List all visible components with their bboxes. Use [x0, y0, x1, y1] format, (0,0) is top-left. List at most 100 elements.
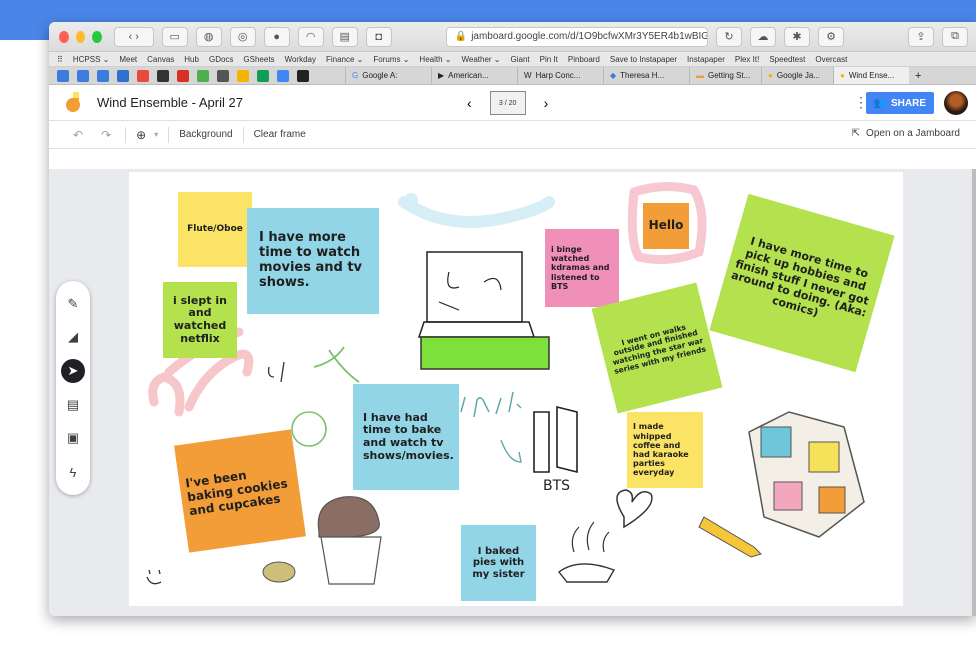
redo-icon[interactable]: ↷ — [101, 128, 111, 142]
pinned-tab-icon[interactable] — [157, 69, 169, 82]
browser-tab[interactable]: ▬ Getting St... — [689, 67, 761, 84]
undo-icon[interactable]: ↶ — [73, 128, 83, 142]
previous-frame-icon[interactable]: ‹ — [467, 95, 472, 111]
pinned-tab-icon[interactable] — [217, 69, 229, 82]
extension-icon[interactable]: ◍ — [195, 26, 222, 47]
settings-icon[interactable]: ⚙ — [818, 26, 844, 47]
bookmark-item[interactable]: GDocs — [209, 55, 233, 64]
browser-tab[interactable]: ▶ American... — [431, 67, 517, 84]
open-external-icon: ⇱ — [851, 128, 861, 139]
back-forward-buttons[interactable]: ‹ › — [113, 26, 154, 47]
background-button[interactable]: Background — [179, 129, 232, 140]
craft-square — [760, 426, 792, 458]
new-tab-button[interactable]: + — [915, 70, 921, 82]
bookmark-item[interactable]: Workday — [285, 55, 316, 64]
apps-grid-icon[interactable]: ⠿ — [57, 55, 63, 64]
pinned-tab-icon[interactable] — [177, 69, 189, 82]
pinned-tab-icon[interactable] — [277, 69, 289, 82]
avatar[interactable] — [944, 91, 968, 115]
cloud-icon[interactable]: ☁ — [750, 26, 776, 47]
zoom-window-button[interactable] — [92, 30, 102, 43]
bookmark-item[interactable]: Giant — [511, 55, 530, 64]
jamboard-logo-icon — [65, 91, 81, 114]
bookmark-item[interactable]: Pinboard — [568, 55, 600, 64]
reload-icon[interactable]: ↻ — [716, 26, 742, 47]
document-title[interactable]: Wind Ensemble - April 27 — [97, 95, 243, 110]
sticky-note-movies[interactable]: I have more time to watch movies and tv … — [247, 208, 379, 314]
sticky-note-kdramas[interactable]: i binge watched kdramas and listened to … — [545, 229, 619, 307]
sticky-note-slept[interactable]: i slept in and watched netflix — [163, 282, 237, 358]
pinned-tab-icon[interactable] — [97, 69, 109, 82]
jamboard-frame[interactable]: BTS Flute/Oboe I have more time to watch… — [129, 172, 903, 606]
extension-icon[interactable]: ▤ — [331, 26, 358, 47]
close-window-button[interactable] — [59, 30, 69, 43]
laser-icon[interactable]: ϟ — [61, 460, 85, 484]
pinned-tab-icon[interactable] — [77, 69, 89, 82]
address-bar[interactable]: 🔒 jamboard.google.com/d/1O9bcfwXMr3Y5ER4… — [445, 26, 708, 47]
note-text: i slept in and watched netflix — [173, 293, 227, 345]
note-text: Hello — [648, 218, 684, 233]
share-icon[interactable]: ⇪ — [908, 26, 934, 47]
sticky-note-coffee[interactable]: I made whipped coffee and had karaoke pa… — [627, 412, 703, 488]
eraser-icon[interactable]: ◢ — [61, 325, 85, 349]
browser-tab-active[interactable]: ● Wind Ense... — [833, 67, 909, 84]
browser-tab[interactable]: ◆ Theresa H... — [603, 67, 689, 84]
pinned-tab-icon[interactable] — [257, 69, 269, 82]
note-text: I have more time to watch movies and tv … — [259, 230, 363, 290]
browser-tab[interactable]: G Google A: — [345, 67, 431, 84]
next-frame-icon[interactable]: › — [544, 95, 549, 111]
pinned-tab-icon[interactable] — [237, 69, 249, 82]
zoom-icon[interactable]: ⊕ — [136, 128, 146, 142]
extension-icon[interactable]: ✱ — [784, 26, 810, 47]
bookmark-item[interactable]: Overcast — [815, 55, 847, 64]
pinned-tab-icon[interactable] — [297, 69, 309, 82]
pinned-tab-icon[interactable] — [117, 69, 129, 82]
url-text: jamboard.google.com/d/1O9bcfwXMr3Y5ER4b1… — [471, 31, 708, 42]
chevron-down-icon[interactable]: ▾ — [154, 130, 158, 139]
image-icon[interactable]: ▣ — [61, 426, 85, 450]
bookmark-item[interactable]: Canvas — [147, 55, 174, 64]
frame-thumbnail[interactable]: 3 / 20 — [489, 91, 526, 115]
open-on-jamboard-button[interactable]: ⇱ Open on a Jamboard — [852, 128, 960, 139]
bookmark-item[interactable]: Forums ⌄ — [373, 55, 409, 64]
bookmark-item[interactable]: Health ⌄ — [419, 55, 451, 64]
browser-tab[interactable]: W Harp Conc... — [517, 67, 603, 84]
bookmark-item[interactable]: Plex It! — [735, 55, 759, 64]
tab-label: Theresa H... — [620, 71, 665, 80]
minimize-window-button[interactable] — [75, 30, 86, 43]
sticky-note-pies[interactable]: I baked pies with my sister — [461, 525, 536, 601]
bookmark-item[interactable]: Instapaper — [687, 55, 725, 64]
bookmark-item[interactable]: Pin It — [540, 55, 558, 64]
green-circle-doodle — [291, 411, 327, 447]
sticky-note-icon[interactable]: ▤ — [61, 393, 85, 417]
sticky-note-cookies[interactable]: I've been baking cookies and cupcakes — [174, 429, 306, 553]
share-button[interactable]: 👥 SHARE — [865, 92, 934, 114]
rss-icon[interactable]: ◠ — [297, 26, 324, 47]
craft-square — [773, 481, 803, 511]
steam-drawing — [571, 521, 610, 553]
bookmark-item[interactable]: GSheets — [243, 55, 274, 64]
shield-icon[interactable]: ◘ — [365, 26, 392, 47]
browser-tab[interactable]: ● Google Ja... — [761, 67, 833, 84]
extension-icon[interactable]: ● — [263, 26, 290, 47]
vertical-scrollbar[interactable] — [972, 169, 976, 616]
sticky-note-flute[interactable]: Flute/Oboe — [178, 192, 252, 267]
bookmark-item[interactable]: Finance ⌄ — [326, 55, 363, 64]
sticky-note-bake[interactable]: I have had time to bake and watch tv sho… — [353, 384, 459, 490]
bookmark-item[interactable]: Speedtest — [769, 55, 805, 64]
tabs-overview-icon[interactable]: ⧉ — [942, 26, 968, 47]
sticky-note-hello[interactable]: Hello — [643, 203, 689, 249]
clear-frame-button[interactable]: Clear frame — [254, 129, 306, 140]
bookmark-item[interactable]: Meet — [119, 55, 137, 64]
bookmark-item[interactable]: HCPSS ⌄ — [73, 55, 110, 64]
pen-icon[interactable]: ✎ — [61, 292, 85, 316]
sidebar-toggle-icon[interactable]: ▭ — [161, 26, 188, 47]
select-pointer-icon[interactable]: ➤ — [61, 359, 85, 384]
bookmark-item[interactable]: Weather ⌄ — [461, 55, 500, 64]
bookmark-item[interactable]: Save to Instapaper — [610, 55, 677, 64]
extension-icon[interactable]: ◎ — [229, 26, 256, 47]
pinned-tab-icon[interactable] — [137, 69, 149, 82]
pinned-tab-icon[interactable] — [57, 69, 69, 82]
pinned-tab-icon[interactable] — [197, 69, 209, 82]
bookmark-item[interactable]: Hub — [184, 55, 199, 64]
